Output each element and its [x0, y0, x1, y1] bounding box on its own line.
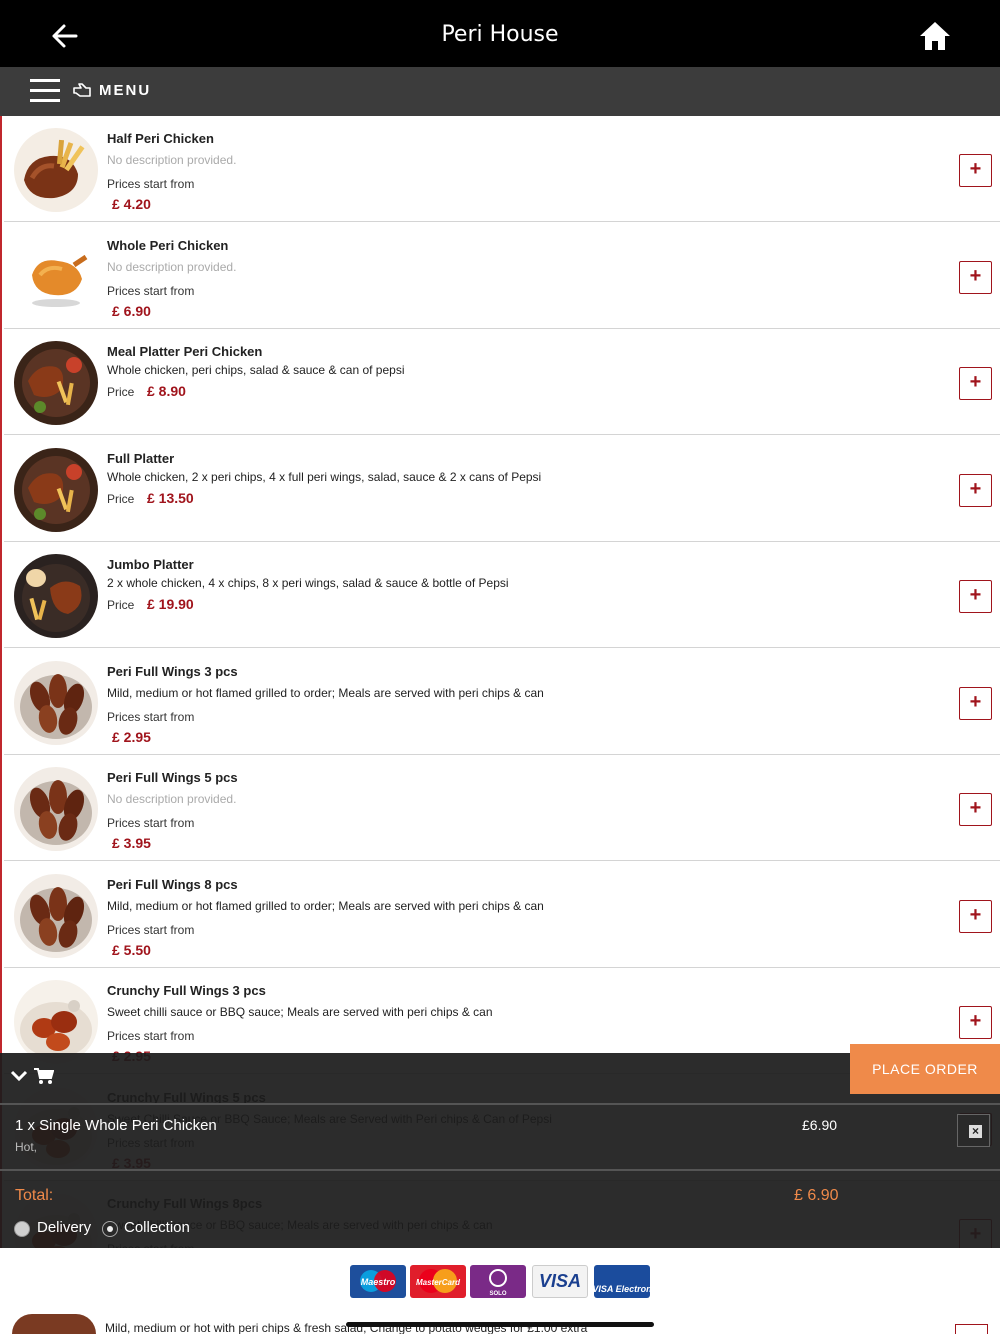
- add-item-button[interactable]: +: [959, 1006, 992, 1039]
- add-item-button[interactable]: +: [959, 473, 992, 507]
- add-item-button[interactable]: +: [959, 367, 992, 400]
- item-name: Peri Full Wings 8 pcs: [107, 876, 238, 892]
- price-label: Prices start from: [107, 922, 195, 937]
- item-name: Whole Peri Chicken: [107, 237, 229, 253]
- price-label: Prices start from: [107, 283, 195, 298]
- chevron-down-icon[interactable]: [10, 1069, 28, 1083]
- total-label: Total:: [15, 1187, 54, 1204]
- item-description: Sweet chilli sauce or BBQ sauce; Meals a…: [107, 1005, 493, 1019]
- item-price: £ 3.95: [112, 835, 151, 851]
- cart-icon[interactable]: [34, 1067, 54, 1085]
- item-description: Whole chicken, 2 x peri chips, 4 x full …: [107, 469, 542, 484]
- add-item-button[interactable]: +: [959, 899, 992, 933]
- item-name: Half Peri Chicken: [107, 131, 214, 146]
- maestro-card-logo: Maestro: [350, 1265, 406, 1298]
- solo-card-logo: SOLO: [470, 1265, 526, 1298]
- item-thumbnail: [14, 554, 98, 638]
- cart-line-item: 1 x Single Whole Peri Chicken Hot, £6.90…: [0, 1107, 1000, 1171]
- hand-pointer-icon: [73, 83, 91, 97]
- item-price: £ 5.50: [112, 941, 151, 958]
- item-name: Peri Full Wings 3 pcs: [107, 663, 238, 679]
- item-description: No description provided.: [107, 153, 237, 167]
- item-price: £ 6.90: [112, 302, 151, 319]
- svg-text:MasterCard: MasterCard: [416, 1278, 461, 1287]
- visa-electron-card-logo: VISA Electron: [594, 1265, 650, 1298]
- page-title: Peri House: [441, 22, 559, 47]
- app-screen: Peri House MENU Half Peri Chicken No desc…: [0, 0, 1000, 1334]
- menu-bar: MENU: [0, 67, 1000, 116]
- item-price: £ 2.95: [112, 728, 151, 745]
- item-description: No description provided.: [107, 259, 237, 274]
- item-thumbnail: [12, 1314, 96, 1334]
- price-label: Prices start from: [107, 177, 195, 191]
- item-price: £ 4.20: [112, 196, 151, 212]
- add-item-button[interactable]: +: [959, 793, 992, 826]
- item-name: Full Platter: [107, 450, 175, 466]
- menu-item[interactable]: Half Peri Chicken No description provided…: [4, 116, 1000, 222]
- cart-line-price: £6.90: [802, 1117, 838, 1133]
- item-thumbnail: [14, 873, 98, 958]
- home-icon[interactable]: [918, 20, 952, 52]
- item-thumbnail: [14, 128, 98, 212]
- cart-line-text: 1 x Single Whole Peri Chicken: [15, 1117, 217, 1134]
- cart-header: PLACE ORDER: [0, 1044, 1000, 1105]
- price-label: Prices start from: [107, 709, 195, 724]
- item-name: Jumbo Platter: [107, 557, 194, 572]
- cart-panel: PLACE ORDER 1 x Single Whole Peri Chicke…: [0, 1044, 1000, 1248]
- price-label: Price: [107, 598, 135, 612]
- collection-radio[interactable]: [102, 1221, 118, 1237]
- price-label: Prices start from: [107, 816, 195, 830]
- menu-item[interactable]: Whole Peri Chicken No description provide…: [4, 222, 1000, 329]
- item-description: 2 x whole chicken, 4 x chips, 8 x peri w…: [107, 576, 509, 590]
- cart-line-options: Hot,: [15, 1140, 38, 1154]
- hamburger-icon[interactable]: [30, 78, 60, 104]
- menu-item[interactable]: Peri Full Wings 3 pcs Mild, medium or hot…: [4, 648, 1000, 755]
- item-description: Mild, medium or hot flamed grilled to or…: [107, 685, 544, 700]
- item-name: Crunchy Full Wings 3 pcs: [107, 983, 266, 998]
- price-label: Price: [107, 385, 135, 399]
- svg-text:Maestro: Maestro: [361, 1277, 396, 1287]
- top-bar: Peri House: [0, 0, 1000, 67]
- item-name: Meal Platter Peri Chicken: [107, 344, 263, 359]
- menu-label[interactable]: MENU: [99, 82, 151, 99]
- price-label: Price: [107, 491, 135, 506]
- item-thumbnail: [14, 234, 98, 319]
- menu-item[interactable]: Peri Full Wings 8 pcs Mild, medium or hot…: [4, 861, 1000, 968]
- menu-item[interactable]: Meal Platter Peri Chicken Whole chicken, …: [4, 329, 1000, 435]
- item-price: £ 8.90: [147, 383, 186, 399]
- item-description: No description provided.: [107, 792, 237, 806]
- collection-label[interactable]: Collection: [124, 1219, 190, 1236]
- visa-card-logo: VISA: [532, 1265, 588, 1298]
- item-thumbnail: [14, 660, 98, 745]
- item-price: £ 19.90: [147, 596, 194, 612]
- item-price: £ 13.50: [147, 489, 194, 506]
- item-thumbnail: [14, 980, 98, 1064]
- total-value: £ 6.90: [794, 1187, 839, 1204]
- home-indicator: [346, 1322, 654, 1327]
- add-item-button[interactable]: +: [959, 580, 992, 613]
- add-item-button[interactable]: [955, 1324, 988, 1334]
- add-item-button[interactable]: +: [959, 154, 992, 187]
- close-icon: ×: [969, 1125, 982, 1138]
- item-description: Mild, medium or hot flamed grilled to or…: [107, 898, 544, 913]
- item-description: Whole chicken, peri chips, salad & sauce…: [107, 363, 405, 377]
- place-order-button[interactable]: PLACE ORDER: [850, 1044, 1000, 1094]
- remove-item-button[interactable]: ×: [957, 1114, 990, 1147]
- delivery-label[interactable]: Delivery: [37, 1219, 91, 1236]
- add-item-button[interactable]: +: [959, 686, 992, 720]
- item-thumbnail: [14, 341, 98, 425]
- price-label: Prices start from: [107, 1029, 195, 1043]
- item-thumbnail: [14, 767, 98, 851]
- svg-text:VISA Electron: VISA Electron: [594, 1284, 650, 1294]
- menu-item[interactable]: Jumbo Platter 2 x whole chicken, 4 x chip…: [4, 542, 1000, 648]
- payment-methods: Maestro MasterCard SOLO VISA VISA Electr…: [0, 1248, 1000, 1314]
- menu-item[interactable]: Peri Full Wings 5 pcs No description prov…: [4, 755, 1000, 861]
- add-item-button[interactable]: +: [959, 260, 992, 294]
- item-thumbnail: [14, 447, 98, 532]
- menu-item[interactable]: Full Platter Whole chicken, 2 x peri chip…: [4, 435, 1000, 542]
- delivery-radio[interactable]: [14, 1221, 30, 1237]
- svg-text:SOLO: SOLO: [489, 1291, 506, 1297]
- item-name: Peri Full Wings 5 pcs: [107, 770, 238, 785]
- mastercard-logo: MasterCard: [410, 1265, 466, 1298]
